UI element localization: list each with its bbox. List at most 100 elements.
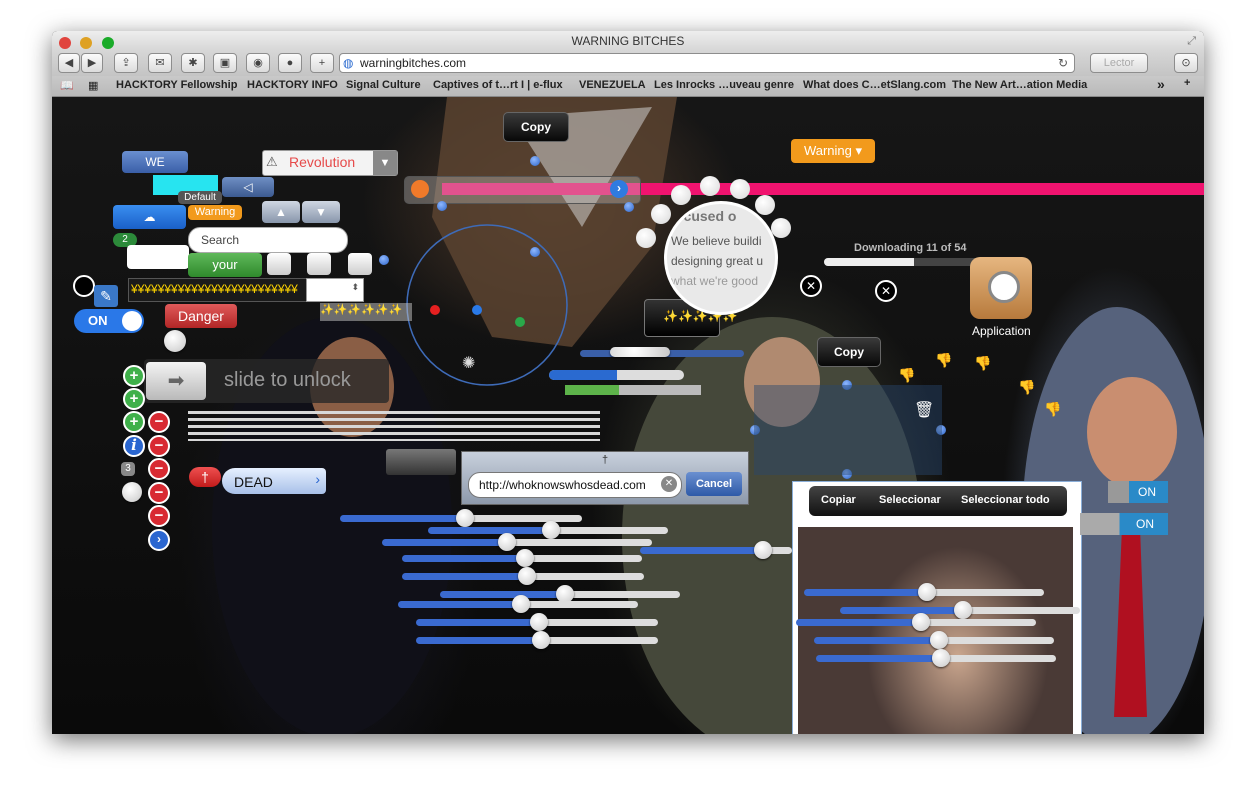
add-button-1[interactable]: + <box>123 365 145 387</box>
arc-dot-4[interactable] <box>700 176 720 196</box>
user-slider-bar[interactable] <box>404 176 641 204</box>
segment-1[interactable] <box>267 253 291 275</box>
segment-3[interactable] <box>348 253 372 275</box>
dead-button[interactable]: DEAD › <box>222 468 326 494</box>
arc-dot-6[interactable] <box>755 195 775 215</box>
blue-dot[interactable] <box>379 255 389 265</box>
address-bar[interactable]: ◍ warningbitches.com ↻ <box>339 53 1075 73</box>
slider-3[interactable] <box>382 539 652 546</box>
back-button[interactable]: ◀ <box>58 53 80 73</box>
remove-button-3[interactable]: − <box>148 458 170 480</box>
bookmark-3[interactable]: Captives of t…rt I | e-flux <box>433 79 563 91</box>
share-button[interactable]: ⇪ <box>114 53 138 73</box>
fullscreen-icon[interactable]: ⤢ <box>1187 31 1196 51</box>
menu-seleccionar-todo[interactable]: Seleccionar todo <box>961 494 1050 506</box>
top-sites-icon[interactable]: ▦ <box>88 79 98 92</box>
cancel-button[interactable]: Cancel <box>686 472 742 496</box>
remove-button-4[interactable]: − <box>148 482 170 504</box>
reader-button[interactable]: Lector <box>1090 53 1148 73</box>
slide-to-unlock[interactable]: ➡ slide to unlock <box>144 359 389 403</box>
downloads-button[interactable]: ⊙ <box>1174 53 1198 73</box>
sidebar-button[interactable]: ▣ <box>213 53 237 73</box>
arc-dot-7[interactable] <box>771 218 791 238</box>
slider-9-knob[interactable] <box>530 613 548 631</box>
add-button-3[interactable]: + <box>123 411 145 433</box>
white-dot-knob[interactable] <box>122 482 142 502</box>
menu-copiar[interactable]: Copiar <box>821 494 856 506</box>
info-button[interactable]: i <box>123 435 145 457</box>
mail-button[interactable]: ✉ <box>148 53 172 73</box>
revolution-select[interactable]: ⚠ Revolution ▼ <box>262 150 398 176</box>
arc-dot-1[interactable] <box>636 228 656 248</box>
slider-14-knob[interactable] <box>930 631 948 649</box>
reading-list-icon[interactable]: 📖 <box>60 79 74 92</box>
slider-8-knob[interactable] <box>512 595 530 613</box>
arc-dot-2[interactable] <box>651 204 671 224</box>
slider-4-knob[interactable] <box>754 541 772 559</box>
we-button[interactable]: WE <box>122 151 188 173</box>
clear-icon[interactable]: ✕ <box>661 476 677 492</box>
close-button-2[interactable]: ✕ <box>875 280 897 302</box>
bookmark-1[interactable]: HACKTORY INFO <box>247 79 338 91</box>
extension-button[interactable]: ✱ <box>181 53 205 73</box>
down-arrow-button[interactable]: ▼ <box>302 201 340 223</box>
slider-1-knob[interactable] <box>456 509 474 527</box>
up-arrow-button[interactable]: ▲ <box>262 201 300 223</box>
slider-12-knob[interactable] <box>954 601 972 619</box>
bookmarks-more[interactable]: » <box>1157 76 1165 92</box>
bookmark-0[interactable]: HACKTORY Fellowship <box>116 79 237 91</box>
cloud-button[interactable]: ☁ <box>113 205 186 229</box>
bookmark-4[interactable]: VENEZUELA <box>579 79 646 91</box>
on-switch-right-2[interactable]: ON <box>1080 513 1168 535</box>
application-icon[interactable] <box>970 257 1032 319</box>
new-tab-icon[interactable]: + <box>1184 77 1190 89</box>
bookmark-2[interactable]: Signal Culture <box>346 79 421 91</box>
white-knob[interactable] <box>164 330 186 352</box>
on-toggle[interactable]: ON <box>74 309 144 333</box>
center-slider-knob[interactable] <box>610 347 670 357</box>
bookmark-5[interactable]: Les Inrocks …uveau genre <box>654 79 794 91</box>
copy-handle-1[interactable] <box>530 156 540 166</box>
danger-button[interactable]: Danger <box>165 304 237 328</box>
search-input[interactable]: Search <box>188 227 348 253</box>
extension-button-2[interactable]: ◉ <box>246 53 270 73</box>
arc-dot-3[interactable] <box>671 185 691 205</box>
edit-icon[interactable]: ✎ <box>94 285 118 307</box>
disclosure-button[interactable]: › <box>148 529 170 551</box>
copy-tooltip-2[interactable]: Copy <box>817 337 881 367</box>
minimize-window-button[interactable] <box>80 37 93 49</box>
selection-handle-2[interactable] <box>437 201 447 211</box>
extension-button-3[interactable]: ● <box>278 53 302 73</box>
warning-dropdown[interactable]: Warning ▾ <box>791 139 875 163</box>
zoom-window-button[interactable] <box>101 37 114 49</box>
slider-11-knob[interactable] <box>918 583 936 601</box>
remove-button-1[interactable]: − <box>148 411 170 433</box>
selection-handle-3[interactable] <box>624 202 634 212</box>
close-window-button[interactable] <box>59 37 71 49</box>
url-field[interactable]: http://whoknowswhosdead.com ✕ <box>468 472 682 498</box>
remove-button-5[interactable]: − <box>148 505 170 527</box>
stepper[interactable]: ⬍ <box>306 278 364 302</box>
your-button[interactable]: your <box>188 253 262 277</box>
forward-circle-button[interactable]: › <box>610 180 628 198</box>
add-button-2[interactable]: + <box>123 388 145 410</box>
slider-6-knob[interactable] <box>518 567 536 585</box>
remove-button-2[interactable]: − <box>148 435 170 457</box>
selection-handle-1[interactable] <box>530 247 540 257</box>
slider-13-knob[interactable] <box>912 613 930 631</box>
dagger-button[interactable]: † <box>189 467 221 487</box>
slider-5-knob[interactable] <box>516 549 534 567</box>
back-arrow-button[interactable]: ◁ <box>222 177 274 197</box>
slider-2-knob[interactable] <box>542 521 560 539</box>
on-switch-right-1[interactable]: ON <box>1108 481 1168 503</box>
slider-3-knob[interactable] <box>498 533 516 551</box>
close-circle-button[interactable]: † <box>73 275 95 297</box>
slider-15-knob[interactable] <box>932 649 950 667</box>
close-download-button[interactable]: ✕ <box>800 275 822 297</box>
bookmark-6[interactable]: What does C…etSlang.com <box>803 79 946 91</box>
copy-tooltip-1[interactable]: Copy <box>503 112 569 142</box>
blank-input[interactable] <box>127 245 189 269</box>
reload-icon[interactable]: ↻ <box>1058 54 1068 72</box>
segment-2[interactable] <box>307 253 331 275</box>
forward-button[interactable]: ▶ <box>81 53 103 73</box>
